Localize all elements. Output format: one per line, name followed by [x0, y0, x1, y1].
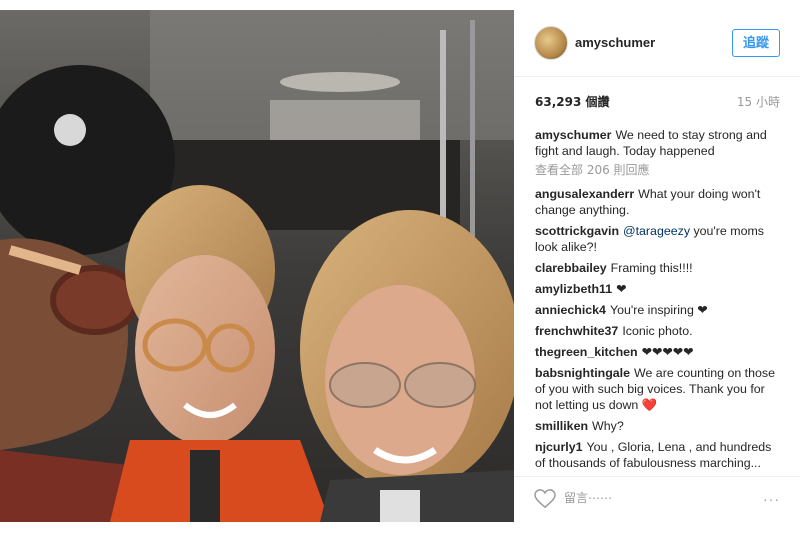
list-item: frenchwhite37 Iconic photo. — [535, 323, 775, 339]
comment-input[interactable]: 留言⋯⋯ — [564, 489, 612, 506]
comment-user[interactable]: thegreen_kitchen — [535, 345, 638, 359]
comment-user[interactable]: amylizbeth11 — [535, 282, 612, 296]
comment-user[interactable]: babsnightingale — [535, 366, 630, 380]
list-item: njcurly1 You , Gloria, Lena , and hundred… — [535, 439, 775, 471]
photo-illustration — [0, 10, 514, 522]
view-all-comments[interactable]: 查看全部 206 則回應 — [535, 162, 775, 178]
comment-text: Framing this!!!! — [610, 261, 693, 275]
caption: amyschumer We need to stay strong and fig… — [535, 127, 775, 159]
instagram-post: amyschumer 追蹤 63,293 個讚 15 小時 amyschumer… — [0, 0, 800, 533]
comment-user[interactable]: njcurly1 — [535, 440, 583, 454]
list-item: clarebbailey Framing this!!!! — [535, 260, 775, 276]
post-header: amyschumer 追蹤 — [514, 10, 800, 77]
heart-outline-icon[interactable] — [534, 489, 556, 509]
comment-text: ❤ — [616, 282, 627, 296]
post-time[interactable]: 15 小時 — [737, 93, 780, 110]
comment-user[interactable]: scottrickgavin — [535, 224, 619, 238]
list-item: babsnightingale We are counting on those … — [535, 365, 775, 413]
list-item: angusalexanderr What your doing won't cha… — [535, 186, 775, 218]
list-item: thegreen_kitchen ❤❤❤❤❤ — [535, 344, 775, 360]
comment-text: Why? — [592, 419, 624, 433]
username-link[interactable]: amyschumer — [575, 35, 655, 50]
list-item: anniechick4 You're inspiring ❤ — [535, 302, 775, 318]
follow-button[interactable]: 追蹤 — [732, 29, 780, 57]
comment-user[interactable]: anniechick4 — [535, 303, 606, 317]
comment-text: Iconic photo. — [622, 324, 693, 338]
post-photo[interactable] — [0, 10, 514, 522]
comment-list: amyschumer We need to stay strong and fig… — [535, 127, 775, 476]
comment-text: You're inspiring ❤ — [609, 303, 708, 317]
post-sidebar: amyschumer 追蹤 63,293 個讚 15 小時 amyschumer… — [514, 10, 800, 522]
comment-user[interactable]: clarebbailey — [535, 261, 607, 275]
comment-user[interactable]: angusalexanderr — [535, 187, 634, 201]
comment-user[interactable]: smilliken — [535, 419, 588, 433]
comment-user[interactable]: frenchwhite37 — [535, 324, 618, 338]
post-footer: 留言⋯⋯ ··· — [514, 476, 800, 523]
like-count[interactable]: 63,293 個讚 — [535, 93, 610, 110]
comment-text: ❤❤❤❤❤ — [641, 345, 694, 359]
list-item: smilliken Why? — [535, 418, 775, 434]
comment-mention[interactable]: @tarageezy — [623, 224, 690, 238]
more-options-icon[interactable]: ··· — [763, 491, 780, 507]
list-item: amylizbeth11 ❤ — [535, 281, 775, 297]
avatar[interactable] — [534, 26, 568, 60]
caption-user[interactable]: amyschumer — [535, 128, 611, 142]
list-item: scottrickgavin @tarageezy you're moms loo… — [535, 223, 775, 255]
post-stats: 63,293 個讚 15 小時 — [535, 93, 780, 111]
